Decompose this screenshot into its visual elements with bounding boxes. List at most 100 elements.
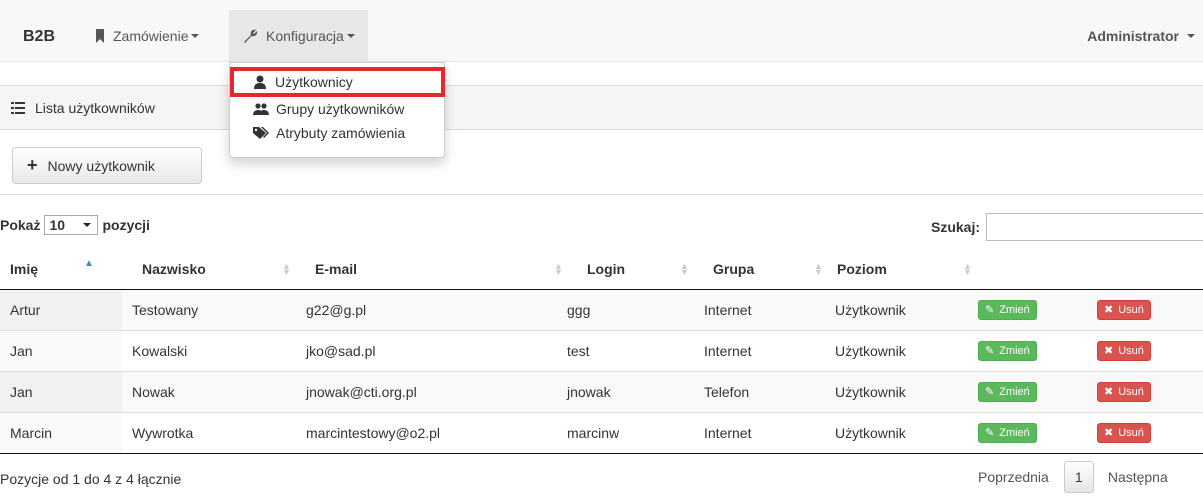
cell-login: jnowak <box>567 370 693 412</box>
show-prefix: Pokaż <box>0 217 41 233</box>
cell-poziom: Użytkownik <box>827 370 976 412</box>
menu-item-label: Atrybuty zamówienia <box>276 125 406 141</box>
nav-konfiguracja[interactable]: Konfiguracja <box>229 10 368 62</box>
sort-asc-icon: ▲ <box>84 258 94 269</box>
panel-title: Lista użytkowników <box>35 99 155 116</box>
delete-button[interactable]: ✖ Usuń <box>1097 340 1151 361</box>
users-panel: Lista użytkowników + Nowy użytkownik <box>0 85 1203 195</box>
pencil-icon: ✎ <box>985 386 995 398</box>
cell-email: g22@g.pl <box>295 288 567 330</box>
pencil-icon: ✎ <box>985 427 995 439</box>
close-icon: ✖ <box>1104 386 1114 398</box>
col-header-poziom[interactable]: Poziom ▲ ▼ <box>827 249 976 290</box>
konfiguracja-dropdown-menu: Użytkownicy Grupy użytkowników Atrybuty … <box>229 62 445 158</box>
cell-nazwisko: Nowak <box>122 370 295 412</box>
cell-grupa: Internet <box>693 411 827 454</box>
cell-imie: Artur <box>0 288 122 330</box>
panel-heading: Lista użytkowników <box>0 86 1203 130</box>
cell-login: test <box>567 329 693 371</box>
chevron-down-icon <box>83 223 92 227</box>
close-icon: ✖ <box>1104 427 1114 439</box>
edit-button[interactable]: ✎ Zmień <box>978 381 1037 402</box>
chevron-down-icon <box>191 34 200 38</box>
col-header-nazwisko[interactable]: Nazwisko ▲ ▼ <box>122 249 295 290</box>
nav-zamowienie[interactable]: Zamówienie <box>95 10 205 62</box>
delete-button[interactable]: ✖ Usuń <box>1097 381 1151 402</box>
table-row: Jan Nowak jnowak@cti.org.pl jnowak Telef… <box>0 370 1203 412</box>
cell-grupa: Internet <box>693 329 827 371</box>
pencil-icon: ✎ <box>985 345 995 357</box>
menu-item-atrybuty[interactable]: Atrybuty zamówienia <box>230 121 444 145</box>
search-label: Szukaj: <box>931 219 981 235</box>
nav-konfiguracja-label: Konfiguracja <box>266 28 344 44</box>
pagination: Poprzednia 1 Następna <box>978 461 1168 493</box>
show-suffix: pozycji <box>102 217 150 233</box>
wrench-icon <box>244 29 258 43</box>
page-length-select[interactable]: 10 <box>44 215 99 235</box>
edit-button[interactable]: ✎ Zmień <box>978 422 1037 443</box>
chevron-down-icon <box>1187 34 1195 38</box>
nav-administrator[interactable]: Administrator <box>1087 10 1195 62</box>
menu-item-label: Grupy użytkowników <box>276 101 405 117</box>
chevron-down-icon <box>346 34 355 38</box>
cell-login: ggg <box>567 288 693 330</box>
brand-link[interactable]: B2B <box>23 28 55 46</box>
edit-button[interactable]: ✎ Zmień <box>978 340 1037 361</box>
col-header-grupa[interactable]: Grupa ▲ ▼ <box>693 249 827 290</box>
plus-icon: + <box>27 155 38 175</box>
menu-item-uzytkownicy[interactable]: Użytkownicy <box>230 67 445 97</box>
sort-icon: ▲ ▼ <box>554 261 563 277</box>
delete-button[interactable]: ✖ Usuń <box>1097 422 1151 443</box>
cell-poziom: Użytkownik <box>827 411 976 454</box>
page-length-control: Pokaż 10 pozycji <box>0 215 150 235</box>
users-icon <box>253 103 269 115</box>
cell-email: jko@sad.pl <box>295 329 567 371</box>
cell-nazwisko: Wywrotka <box>122 411 295 454</box>
col-header-email[interactable]: E-mail ▲ ▼ <box>295 249 567 290</box>
search-input[interactable] <box>986 213 1203 241</box>
user-icon <box>254 75 266 89</box>
col-header-login[interactable]: Login ▲ ▼ <box>567 249 693 290</box>
sort-icon: ▲ ▼ <box>814 261 823 277</box>
table-row: Jan Kowalski jko@sad.pl test Internet Uż… <box>0 329 1203 371</box>
sort-icon: ▲ ▼ <box>963 261 972 277</box>
delete-button[interactable]: ✖ Usuń <box>1097 299 1151 320</box>
next-page-button[interactable]: Następna <box>1108 469 1168 485</box>
table-header-row: Imię ▲ Nazwisko ▲ ▼ E-mail ▲ ▼ Login ▲ ▼ Grupa ▲… <box>0 249 1203 290</box>
menu-item-grupy[interactable]: Grupy użytkowników <box>230 97 444 121</box>
sort-icon: ▲ ▼ <box>282 261 291 277</box>
tags-icon <box>253 127 269 139</box>
cell-poziom: Użytkownik <box>827 288 976 330</box>
pencil-icon: ✎ <box>985 304 995 316</box>
cell-imie: Marcin <box>0 411 122 454</box>
search-control: Szukaj: <box>931 213 1203 241</box>
cell-grupa: Telefon <box>693 370 827 412</box>
cell-email: jnowak@cti.org.pl <box>295 370 567 412</box>
col-header-imie[interactable]: Imię ▲ <box>0 249 122 290</box>
new-user-button[interactable]: + Nowy użytkownik <box>12 147 202 184</box>
cell-nazwisko: Testowany <box>122 288 295 330</box>
page-button[interactable]: 1 <box>1063 461 1094 493</box>
cell-poziom: Użytkownik <box>827 329 976 371</box>
page-length-value: 10 <box>49 217 66 233</box>
nav-zamowienie-label: Zamówienie <box>113 28 189 44</box>
table-row: Artur Testowany g22@g.pl ggg Internet Uż… <box>0 288 1203 330</box>
cell-email: marcintestowy@o2.pl <box>295 411 567 454</box>
bookmark-icon <box>96 29 104 43</box>
new-user-button-label: Nowy użytkownik <box>47 157 155 174</box>
edit-button[interactable]: ✎ Zmień <box>978 299 1037 320</box>
cell-imie: Jan <box>0 329 122 371</box>
sort-icon: ▲ ▼ <box>680 261 689 277</box>
cell-imie: Jan <box>0 370 122 412</box>
table-row: Marcin Wywrotka marcintestowy@o2.pl marc… <box>0 411 1203 454</box>
cell-grupa: Internet <box>693 288 827 330</box>
prev-page-button[interactable]: Poprzednia <box>978 469 1049 485</box>
close-icon: ✖ <box>1104 304 1114 316</box>
cell-nazwisko: Kowalski <box>122 329 295 371</box>
cell-login: marcinw <box>567 411 693 454</box>
navbar: B2B Zamówienie Konfiguracja Administrato… <box>0 0 1203 62</box>
menu-item-label: Użytkownicy <box>275 74 353 90</box>
close-icon: ✖ <box>1104 345 1114 357</box>
list-icon <box>11 101 25 114</box>
users-table: Imię ▲ Nazwisko ▲ ▼ E-mail ▲ ▼ Login ▲ ▼ Grupa ▲… <box>0 249 1203 454</box>
